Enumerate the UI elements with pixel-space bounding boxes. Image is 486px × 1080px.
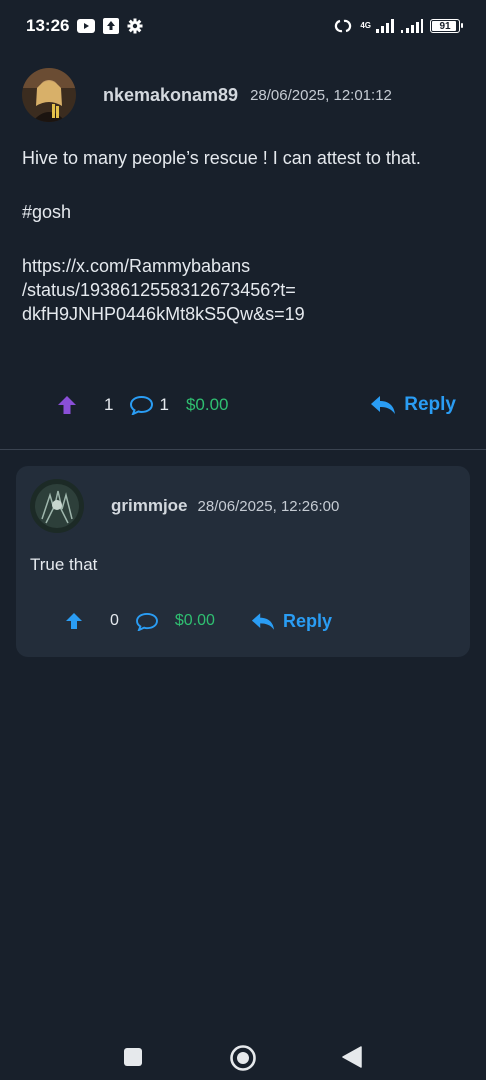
network-type: 4G	[360, 21, 371, 30]
post-text: Hive to many people’s rescue ! I can att…	[22, 148, 421, 168]
recents-square-icon[interactable]	[123, 1047, 143, 1067]
comment-header: grimmjoe 28/06/2025, 12:26:00	[30, 479, 339, 533]
comment-card: grimmjoe 28/06/2025, 12:26:00 True that …	[16, 466, 470, 657]
comment-bubble-icon[interactable]	[135, 612, 159, 631]
signal-icon	[376, 19, 394, 33]
home-circle-icon[interactable]	[229, 1044, 257, 1072]
status-bar: 13:26 4G 91	[0, 0, 486, 52]
post-link-line: https://x.com/Rammybabans	[22, 256, 251, 276]
battery-indicator: 91	[430, 19, 463, 33]
comment-actions: 0 $0.00 Reply	[64, 607, 332, 635]
post-actions: 1 1 $0.00 Reply	[56, 390, 456, 420]
back-triangle-icon[interactable]	[342, 1046, 362, 1068]
battery-level: 91	[439, 20, 451, 32]
comment-author[interactable]: grimmjoe	[111, 496, 188, 516]
divider	[0, 449, 486, 450]
upload-icon	[103, 18, 120, 34]
comment-count: 1	[159, 395, 169, 414]
reply-button[interactable]: Reply	[370, 394, 456, 416]
avatar[interactable]	[22, 68, 76, 122]
reply-label: Reply	[404, 394, 456, 415]
post-link-line: /status/1938612558312673456?t=	[22, 280, 296, 300]
comment-payout[interactable]: $0.00	[175, 612, 215, 630]
post-body: Hive to many people’s rescue ! I can att…	[22, 146, 462, 326]
signal-icon-2	[401, 19, 423, 33]
comment-text: True that	[30, 555, 98, 574]
reply-label: Reply	[282, 610, 332, 631]
post-link[interactable]: https://x.com/Rammybabans /status/193861…	[22, 254, 462, 326]
post-header: nkemakonam89 28/06/2025, 12:01:12	[22, 68, 392, 122]
comment-timestamp: 28/06/2025, 12:26:00	[197, 497, 340, 515]
youtube-icon	[77, 19, 96, 33]
post-author[interactable]: nkemakonam89	[103, 85, 238, 106]
comment-avatar[interactable]	[30, 479, 84, 533]
navigation-bar	[0, 1010, 486, 1080]
comment-reply-button[interactable]: Reply	[251, 611, 332, 632]
settings-gear-icon	[127, 18, 143, 34]
upvote-arrow-icon[interactable]	[64, 611, 84, 631]
post-payout[interactable]: $0.00	[186, 395, 229, 415]
post-timestamp: 28/06/2025, 12:01:12	[250, 86, 392, 104]
comment-upvote-count: 0	[110, 612, 119, 629]
post-link-line: dkfH9JNHP0446kMt8kS5Qw&s=19	[22, 304, 305, 324]
comment-bubble-icon[interactable]	[129, 395, 154, 415]
upvote-count: 1	[104, 395, 114, 414]
upvote-arrow-icon[interactable]	[56, 394, 78, 416]
clock: 13:26	[26, 16, 70, 35]
post-hashtag[interactable]: #gosh	[22, 200, 462, 224]
link-icon	[333, 18, 353, 34]
